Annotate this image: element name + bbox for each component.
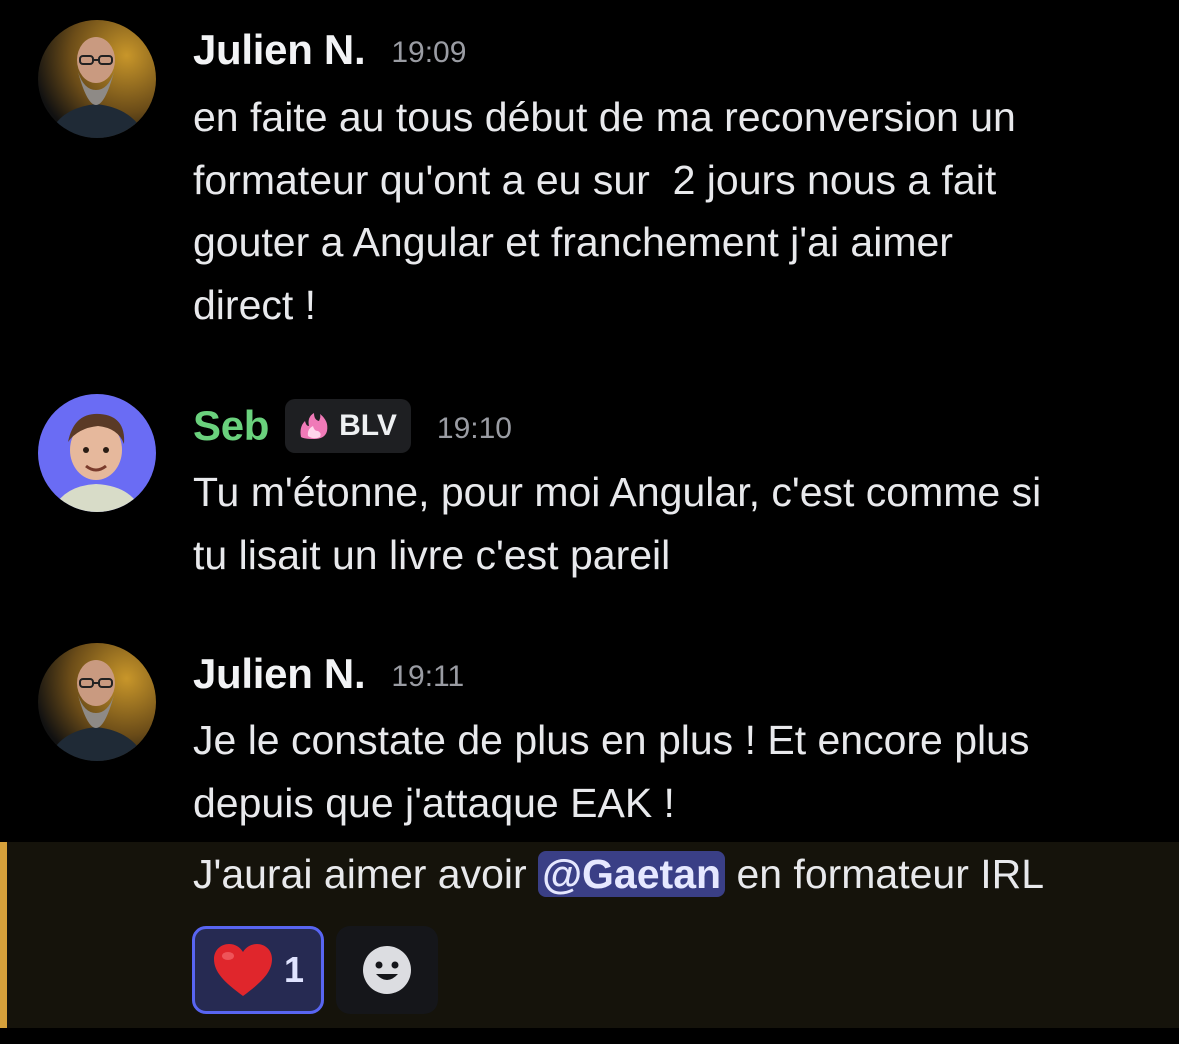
chat-message-list: Julien N. 19:09 en faite au tous début d… <box>0 0 1179 1044</box>
message-line: formateur qu'ont a eu sur 2 jours nous a… <box>193 156 997 203</box>
author-name[interactable]: Julien N. <box>193 650 366 698</box>
mention-highlight-bar <box>0 842 7 1028</box>
message-text-after: en formateur IRL <box>725 851 1045 897</box>
message-line: en faite au tous début de ma reconversio… <box>193 94 1016 140</box>
message-header-2: Seb BLV 19:10 <box>193 399 512 453</box>
message-line: direct ! <box>193 281 317 328</box>
author-name[interactable]: Julien N. <box>193 26 366 74</box>
message-line: Je le constate de plus en plus ! Et enco… <box>193 717 1030 763</box>
message-line: tu lisait un livre c'est pareil <box>193 531 671 578</box>
role-badge-label: BLV <box>339 409 397 442</box>
user-mention[interactable]: @Gaetan <box>538 851 726 897</box>
avatar-seb[interactable] <box>38 394 156 512</box>
message-line: gouter a Angular et franchement j'ai aim… <box>193 219 953 265</box>
message-text-mention: J'aurai aimer avoir @Gaetan en formateur… <box>193 843 1153 906</box>
role-badge[interactable]: BLV <box>285 399 411 453</box>
message-text-3: Je le constate de plus en plus ! Et enco… <box>193 709 1153 834</box>
message-line: depuis que j'attaque EAK ! <box>193 779 675 826</box>
message-text-before: J'aurai aimer avoir <box>193 851 539 897</box>
reaction-heart-button[interactable]: 1 <box>192 926 324 1014</box>
add-reaction-button[interactable] <box>336 926 438 1014</box>
avatar-julien[interactable] <box>38 643 156 761</box>
message-line: Tu m'étonne, pour moi Angular, c'est com… <box>193 469 1042 515</box>
message-header-3: Julien N. 19:11 <box>193 650 464 698</box>
message-text-1: en faite au tous début de ma reconversio… <box>193 86 1153 336</box>
red-heart-icon <box>213 944 272 996</box>
message-text-2: Tu m'étonne, pour moi Angular, c'est com… <box>193 461 1153 586</box>
avatar-young-man-icon <box>38 394 156 512</box>
message-timestamp[interactable]: 19:11 <box>391 654 464 694</box>
smiley-add-reaction-icon <box>363 946 411 994</box>
message-header-1: Julien N. 19:09 <box>193 26 466 74</box>
avatar-julien[interactable] <box>38 20 156 138</box>
message-timestamp[interactable]: 19:09 <box>391 30 466 70</box>
message-timestamp[interactable]: 19:10 <box>437 406 512 446</box>
avatar-bearded-man-icon <box>38 643 156 761</box>
avatar-bearded-man-icon <box>38 20 156 138</box>
author-name[interactable]: Seb <box>193 402 269 450</box>
reaction-count: 1 <box>283 949 305 990</box>
pink-flame-icon <box>300 413 328 439</box>
